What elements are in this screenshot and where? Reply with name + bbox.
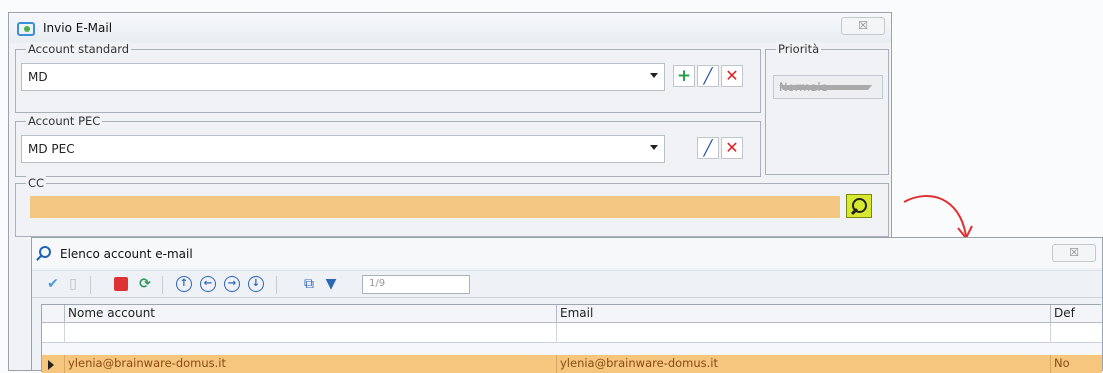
cell-email[interactable]: ylenia@brainware-domus.it: [556, 355, 1050, 373]
window-titlebar: Invio E-Mail ☒: [9, 13, 891, 43]
edit-icon[interactable]: ╱: [697, 137, 719, 159]
app-icon: [17, 22, 35, 36]
first-record-icon[interactable]: ↑: [176, 276, 192, 292]
list-window-title: Elenco account e-mail: [60, 247, 193, 261]
account-standard-select[interactable]: MD: [21, 63, 665, 91]
search-icon[interactable]: [846, 194, 872, 218]
column-header-email[interactable]: Email: [556, 305, 1050, 323]
toolbar-separator: [90, 276, 91, 294]
cc-input[interactable]: [30, 196, 840, 218]
account-pec-value: MD PEC: [28, 142, 75, 156]
list-toolbar: ✔ ▯ ⟳ ↑ ← → ↓ ⧉ ▼ 1/9: [32, 270, 1102, 298]
toolbar-separator: [162, 276, 163, 294]
column-header-nome-account[interactable]: Nome account: [64, 305, 556, 323]
next-record-icon[interactable]: →: [224, 276, 240, 292]
account-pec-legend: Account PEC: [26, 114, 103, 128]
cell-nome-account[interactable]: ylenia@brainware-domus.it: [64, 355, 556, 373]
account-list-window: Elenco account e-mail ☒ ✔ ▯ ⟳ ↑ ← → ↓ ⧉ …: [31, 237, 1103, 373]
grid-spacer: [42, 343, 1102, 355]
toolbar-separator: [276, 276, 277, 294]
cc-legend: CC: [26, 176, 47, 190]
edit-icon[interactable]: ╱: [697, 65, 719, 87]
account-pec-select[interactable]: MD PEC: [21, 135, 665, 163]
priority-group: Priorità: [765, 42, 889, 175]
priority-legend: Priorità: [776, 42, 822, 56]
filter-cell[interactable]: [1050, 323, 1080, 343]
filter-cell[interactable]: [556, 323, 1050, 343]
confirm-icon[interactable]: ✔: [44, 275, 62, 293]
close-button[interactable]: ☒: [1052, 244, 1096, 262]
accounts-grid: Nome account Email Def ylenia@brainware-…: [41, 304, 1102, 373]
stop-icon[interactable]: [114, 277, 128, 291]
row-pointer-icon: [48, 360, 54, 370]
list-window-titlebar: Elenco account e-mail ☒: [32, 238, 1102, 268]
delete-icon[interactable]: ✕: [721, 65, 743, 87]
column-header-def[interactable]: Def: [1050, 305, 1080, 323]
grid-header: Nome account Email Def: [42, 305, 1102, 323]
chevron-down-icon[interactable]: [650, 73, 658, 78]
chevron-down-icon[interactable]: [779, 85, 872, 90]
filter-cell[interactable]: [64, 323, 556, 343]
open-window-icon[interactable]: ⧉: [300, 275, 318, 293]
account-standard-value: MD: [28, 70, 48, 84]
grid-filter-row[interactable]: [42, 323, 1102, 343]
last-record-icon[interactable]: ↓: [248, 276, 264, 292]
page-indicator[interactable]: 1/9: [362, 275, 470, 294]
previous-record-icon[interactable]: ←: [200, 276, 216, 292]
table-row[interactable]: ylenia@brainware-domus.it ylenia@brainwa…: [42, 355, 1102, 373]
priority-select[interactable]: Normale: [773, 75, 883, 99]
filter-icon[interactable]: ▼: [322, 275, 340, 293]
search-icon: [39, 246, 51, 258]
export-icon[interactable]: ▯: [64, 275, 82, 293]
refresh-icon[interactable]: ⟳: [136, 275, 154, 293]
chevron-down-icon[interactable]: [650, 145, 658, 150]
close-button[interactable]: ☒: [841, 17, 885, 35]
account-standard-legend: Account standard: [26, 42, 132, 56]
add-icon[interactable]: +: [673, 65, 695, 87]
cell-def[interactable]: No: [1050, 355, 1080, 373]
delete-icon[interactable]: ✕: [721, 137, 743, 159]
window-title: Invio E-Mail: [43, 21, 113, 35]
